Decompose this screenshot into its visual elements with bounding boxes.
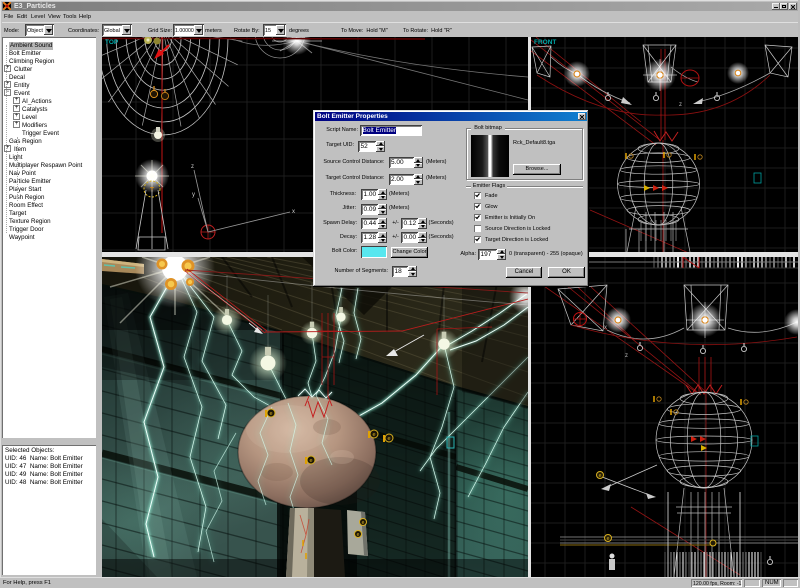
- svg-text:e: e: [387, 436, 390, 442]
- svg-text:e: e: [372, 432, 375, 438]
- svg-text:e: e: [599, 473, 602, 479]
- svg-text:e: e: [362, 520, 365, 526]
- svg-text:e: e: [269, 411, 272, 417]
- svg-text:FRONT: FRONT: [534, 39, 556, 46]
- svg-text:x: x: [292, 209, 295, 215]
- svg-text:z: z: [191, 164, 194, 170]
- svg-text:e: e: [357, 532, 360, 538]
- svg-text:z: z: [679, 102, 682, 108]
- svg-text:e: e: [309, 458, 312, 464]
- svg-text:z: z: [625, 353, 628, 359]
- svg-text:y: y: [192, 192, 195, 198]
- svg-text:e: e: [607, 536, 610, 542]
- svg-text:TOP: TOP: [105, 39, 119, 46]
